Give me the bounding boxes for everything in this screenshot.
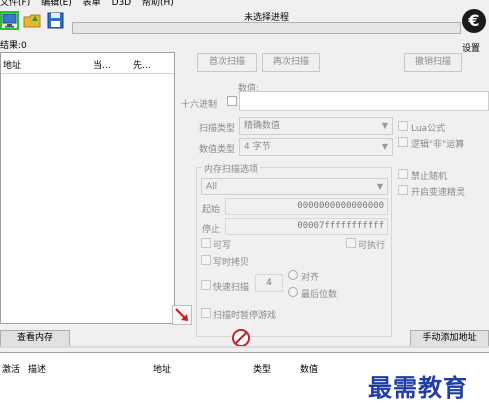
cheat-engine-logo-icon[interactable]: €: [462, 9, 486, 33]
scan-type-value: 精确数值: [244, 121, 281, 131]
value-type-select[interactable]: 4 字节 ▼: [239, 138, 393, 156]
settings-label[interactable]: 设置: [462, 41, 480, 54]
lua-label: Lua公式: [411, 124, 446, 134]
copy-on-write-label: 写时拷贝: [213, 258, 250, 268]
executable-checkbox[interactable]: [346, 238, 356, 248]
value-type-label: 数值类型: [199, 145, 236, 155]
memory-options-title: 内存扫描选项: [202, 162, 261, 175]
menu-file[interactable]: 文件(F): [0, 0, 30, 8]
found-count: 结果:0: [0, 41, 27, 51]
column-type[interactable]: 类型: [253, 362, 271, 375]
panel-divider[interactable]: [0, 346, 489, 348]
executable-label: 可执行: [358, 241, 386, 251]
align-label: 对齐: [301, 273, 320, 283]
next-scan-button[interactable]: 再次扫描: [262, 53, 320, 72]
speedhack-checkbox[interactable]: [398, 185, 408, 195]
scan-type-select[interactable]: 精确数值 ▼: [239, 117, 393, 135]
scan-type-label: 扫描类型: [199, 124, 236, 134]
fast-scan-label: 快速扫描: [213, 283, 250, 293]
no-random-checkbox[interactable]: [398, 169, 408, 179]
add-to-list-button[interactable]: [172, 305, 192, 325]
fast-scan-value-input[interactable]: 4: [255, 274, 283, 292]
last-digits-label: 最后位数: [301, 290, 338, 300]
pause-game-label: 扫描时暂停游戏: [213, 311, 277, 321]
column-active[interactable]: 激活: [2, 362, 20, 375]
stop-label: 停止: [202, 225, 221, 235]
value-type-value: 4 字节: [244, 142, 271, 152]
column-current[interactable]: 当...: [93, 58, 111, 71]
chevron-down-icon: ▼: [376, 182, 383, 191]
results-list[interactable]: 地址 当... 先...: [0, 52, 175, 324]
menu-help[interactable]: 帮助(H): [142, 0, 174, 8]
first-scan-button[interactable]: 首次扫描: [197, 53, 257, 72]
not-logic-checkbox[interactable]: [398, 137, 408, 147]
column-address[interactable]: 地址: [153, 362, 171, 375]
computer-icon: [2, 13, 17, 28]
not-logic-label: 逻辑"非"运算: [411, 140, 465, 150]
add-address-manually-button[interactable]: 手动添加地址: [410, 330, 489, 347]
start-label: 起始: [202, 205, 221, 215]
undo-scan-button[interactable]: 撤销扫描: [404, 53, 462, 72]
column-description[interactable]: 描述: [28, 362, 46, 375]
folder-icon: [23, 14, 41, 28]
hex-checkbox[interactable]: [227, 96, 237, 106]
save-button[interactable]: [46, 11, 65, 30]
no-entry-icon: [232, 329, 250, 347]
menu-edit[interactable]: 编辑(E): [41, 0, 72, 8]
start-address-input[interactable]: 0000000000000000: [225, 198, 388, 215]
copy-on-write-checkbox[interactable]: [201, 255, 211, 265]
stop-address-input[interactable]: 00007fffffffffff: [225, 218, 388, 235]
clear-list-button[interactable]: [231, 328, 251, 348]
chevron-down-icon: ▼: [381, 121, 388, 130]
value-input[interactable]: [239, 91, 489, 111]
red-arrow-icon: [175, 308, 188, 321]
menu-table[interactable]: 表单: [83, 0, 101, 8]
watermark: 最需教育: [368, 373, 468, 402]
menu-d3d[interactable]: D3D: [112, 0, 132, 8]
speedhack-label: 开启变速精灵: [411, 188, 466, 198]
memory-view-button[interactable]: 查看内存: [0, 330, 70, 347]
fast-scan-checkbox[interactable]: [201, 280, 211, 290]
no-random-label: 禁止随机: [411, 172, 448, 182]
open-file-button[interactable]: [23, 11, 42, 30]
lua-checkbox[interactable]: [398, 121, 408, 131]
align-radio[interactable]: [288, 270, 298, 280]
writable-label: 可写: [213, 241, 232, 251]
writable-checkbox[interactable]: [201, 238, 211, 248]
floppy-disk-icon: [47, 12, 64, 29]
hex-label: 十六进制: [181, 100, 218, 110]
memory-region-value: All: [206, 182, 218, 192]
pause-game-checkbox[interactable]: [201, 308, 211, 318]
memory-region-select[interactable]: All ▼: [201, 178, 388, 195]
column-value[interactable]: 数值: [300, 362, 318, 375]
results-header: 地址 当... 先...: [1, 53, 174, 74]
menu-bar: 文件(F) 编辑(E) 表单 D3D 帮助(H): [0, 0, 489, 9]
chevron-down-icon: ▼: [381, 142, 388, 151]
column-address[interactable]: 地址: [3, 58, 21, 71]
last-digits-radio[interactable]: [288, 287, 298, 297]
column-previous[interactable]: 先...: [133, 58, 151, 71]
open-process-button[interactable]: [0, 11, 19, 30]
scan-progress-bar: [72, 22, 461, 34]
